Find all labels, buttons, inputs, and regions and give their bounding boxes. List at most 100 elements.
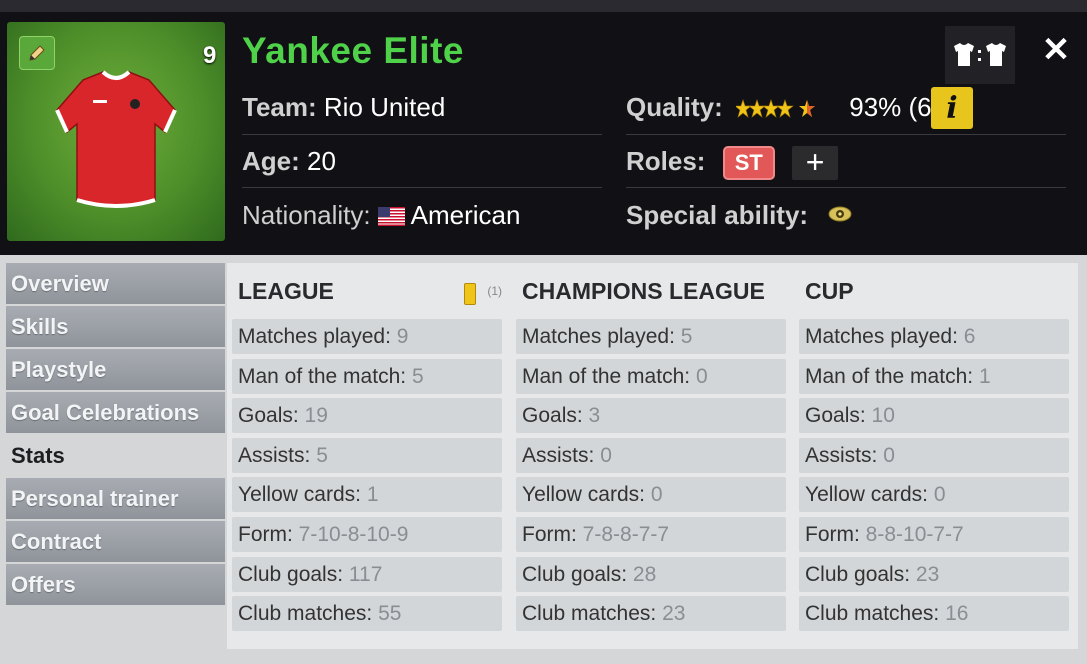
stat-row: Man of the match: 0	[516, 358, 786, 394]
stat-value: 3	[588, 404, 601, 428]
info-button[interactable]: i	[931, 87, 973, 129]
stat-row: Goals: 3	[516, 398, 786, 434]
nationality-label: Nationality:	[242, 200, 371, 230]
stat-label: Club matches:	[522, 602, 657, 626]
divider	[242, 187, 602, 188]
stat-row: Matches played: 9	[232, 319, 502, 354]
age-row: Age: 20	[242, 146, 336, 177]
stat-value: 6	[963, 325, 976, 348]
stat-row: Club matches: 16	[799, 596, 1069, 632]
stat-row: Club goals: 23	[799, 556, 1069, 592]
team-label: Team:	[242, 92, 317, 122]
stat-value: 0	[695, 364, 708, 388]
stat-value: 5	[411, 364, 424, 388]
stat-row: Club matches: 23	[516, 596, 786, 632]
stat-label: Man of the match:	[522, 364, 691, 388]
league-title: LEAGUE (1)	[232, 263, 502, 319]
champions-league-column: CHAMPIONS LEAGUE Matches played: 5 Man o…	[516, 263, 786, 636]
stat-value: 7-10-8-10-9	[298, 522, 409, 546]
cup-column: CUP Matches played: 6 Man of the match: …	[799, 263, 1069, 636]
stat-row: Yellow cards: 0	[799, 477, 1069, 513]
stat-value: 1	[366, 483, 379, 507]
stats-panel: Overview Skills Playstyle Goal Celebrati…	[0, 255, 1087, 664]
stat-row: Assists: 5	[232, 437, 502, 473]
team-value[interactable]: Rio United	[324, 92, 445, 122]
sidebar-item-skills[interactable]: Skills	[6, 306, 225, 347]
stat-row: Man of the match: 1	[799, 358, 1069, 394]
sidebar-item-goal-celebrations[interactable]: Goal Celebrations	[6, 392, 225, 433]
sidebar-item-overview[interactable]: Overview	[6, 263, 225, 304]
jersey-icon	[55, 70, 177, 208]
stat-label: Club goals:	[522, 562, 628, 586]
close-button[interactable]: ✕	[1036, 30, 1076, 70]
nationality-value: American	[410, 200, 521, 230]
stat-row: Goals: 19	[232, 398, 502, 434]
stat-label: Club goals:	[238, 562, 344, 586]
stat-row: Matches played: 5	[516, 319, 786, 354]
stat-label: Form:	[238, 522, 293, 546]
special-ability-label: Special ability:	[626, 200, 809, 230]
yellow-card-icon	[464, 283, 476, 305]
stat-value: 5	[316, 443, 328, 467]
stat-value: 0	[933, 483, 946, 507]
sidebar-item-contract[interactable]: Contract	[6, 521, 225, 562]
role-badge[interactable]: ST	[722, 146, 775, 181]
stat-value: 23	[915, 562, 940, 586]
stat-row: Form: 7-8-8-7-7	[516, 516, 786, 552]
cup-title: CUP	[805, 278, 854, 304]
sidebar-item-stats[interactable]: Stats	[6, 435, 225, 476]
quality-stars-icon	[736, 99, 816, 118]
stat-label: Club goals:	[805, 562, 911, 586]
sidebar-item-playstyle[interactable]: Playstyle	[6, 349, 225, 390]
stat-label: Club matches:	[238, 602, 373, 626]
stat-value: 19	[304, 404, 328, 428]
stat-row: Club goals: 28	[516, 556, 786, 592]
stat-label: Yellow cards:	[238, 483, 361, 507]
shirt-swap-icon	[954, 43, 1006, 66]
sidebar-item-personal-trainer[interactable]: Personal trainer	[6, 478, 225, 519]
roles-row: Roles: ST +	[626, 146, 839, 181]
close-icon: ✕	[1041, 31, 1071, 69]
stat-value: 1	[978, 364, 991, 388]
stat-label: Man of the match:	[805, 364, 974, 388]
age-label: Age:	[242, 146, 300, 176]
nationality-row: Nationality: American	[242, 200, 520, 231]
divider	[626, 187, 1066, 188]
stat-label: Club matches:	[805, 602, 940, 626]
yellow-card-count: (1)	[487, 284, 502, 298]
quality-label: Quality:	[626, 92, 723, 122]
stat-value: 7-8-8-7-7	[582, 522, 670, 546]
stat-label: Assists:	[238, 443, 311, 467]
stat-value: 28	[632, 562, 657, 586]
stat-label: Goals:	[238, 404, 299, 428]
stat-label: Assists:	[805, 443, 878, 467]
stat-label: Matches played:	[238, 325, 391, 348]
stat-value: 8-8-10-7-7	[865, 522, 964, 546]
stat-value: 117	[348, 562, 383, 586]
stat-row: Yellow cards: 0	[516, 477, 786, 513]
background-hud-strip	[0, 0, 1087, 12]
champions-league-title: CHAMPIONS LEAGUE	[522, 278, 765, 304]
sidebar-item-offers[interactable]: Offers	[6, 564, 225, 605]
stat-value: 0	[650, 483, 663, 507]
stat-label: Assists:	[522, 443, 595, 467]
quality-row: Quality: 93% (63)	[626, 92, 955, 123]
special-ability-icon[interactable]	[827, 201, 853, 227]
stat-row: Assists: 0	[516, 437, 786, 473]
stat-value: 5	[680, 325, 693, 348]
stat-value: 16	[945, 602, 969, 626]
stat-label: Man of the match:	[238, 364, 407, 388]
stat-label: Form:	[805, 522, 860, 546]
stat-label: Goals:	[805, 404, 866, 428]
stat-label: Matches played:	[522, 325, 675, 348]
shirt-swap-button[interactable]	[945, 26, 1015, 84]
stat-row: Goals: 10	[799, 398, 1069, 434]
stat-row: Matches played: 6	[799, 319, 1069, 354]
league-column: LEAGUE (1) Matches played: 9 Man of the …	[232, 263, 502, 636]
age-value: 20	[307, 146, 336, 176]
add-role-button[interactable]: +	[792, 146, 839, 181]
sidebar-nav: Overview Skills Playstyle Goal Celebrati…	[6, 263, 225, 607]
stat-label: Form:	[522, 522, 577, 546]
stat-row: Form: 7-10-8-10-9	[232, 516, 502, 552]
stat-value: 55	[378, 602, 402, 626]
